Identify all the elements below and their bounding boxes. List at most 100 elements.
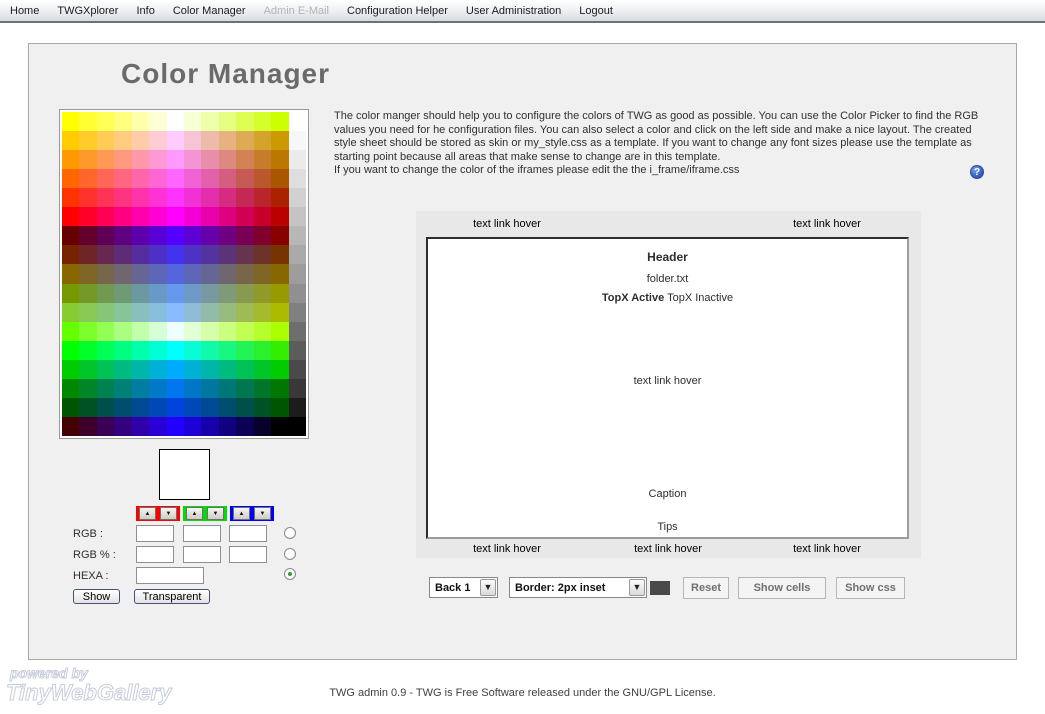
palette-cell[interactable] bbox=[184, 360, 201, 379]
palette-cell[interactable] bbox=[62, 341, 79, 360]
palette-cell[interactable] bbox=[184, 112, 201, 131]
palette-cell[interactable] bbox=[236, 398, 253, 417]
palette-cell[interactable] bbox=[62, 207, 79, 226]
palette-cell[interactable] bbox=[114, 398, 131, 417]
palette-cell[interactable] bbox=[149, 417, 166, 436]
palette-cell[interactable] bbox=[79, 207, 96, 226]
palette-cell[interactable] bbox=[114, 303, 131, 322]
palette-cell[interactable] bbox=[132, 264, 149, 283]
palette-cell[interactable] bbox=[236, 284, 253, 303]
palette-cell[interactable] bbox=[271, 379, 288, 398]
palette-cell[interactable] bbox=[184, 150, 201, 169]
palette-cell[interactable] bbox=[149, 341, 166, 360]
palette-cell[interactable] bbox=[79, 131, 96, 150]
palette-cell[interactable] bbox=[97, 322, 114, 341]
palette-cell[interactable] bbox=[271, 264, 288, 283]
palette-cell[interactable] bbox=[114, 188, 131, 207]
palette-cell[interactable] bbox=[271, 131, 288, 150]
palette-cell[interactable] bbox=[201, 398, 218, 417]
palette-cell[interactable] bbox=[184, 188, 201, 207]
palette-cell[interactable] bbox=[184, 169, 201, 188]
palette-cell[interactable] bbox=[289, 207, 306, 226]
palette-cell[interactable] bbox=[201, 417, 218, 436]
palette-cell[interactable] bbox=[236, 150, 253, 169]
palette-cell[interactable] bbox=[271, 188, 288, 207]
palette-cell[interactable] bbox=[219, 379, 236, 398]
palette-cell[interactable] bbox=[79, 379, 96, 398]
rgb-percent-r-input[interactable] bbox=[136, 546, 174, 563]
palette-cell[interactable] bbox=[62, 417, 79, 436]
nav-logout[interactable]: Logout bbox=[579, 5, 613, 17]
palette-cell[interactable] bbox=[149, 226, 166, 245]
palette-cell[interactable] bbox=[167, 284, 184, 303]
palette-cell[interactable] bbox=[167, 169, 184, 188]
palette-cell[interactable] bbox=[219, 360, 236, 379]
palette-cell[interactable] bbox=[79, 303, 96, 322]
palette-cell[interactable] bbox=[271, 284, 288, 303]
palette-cell[interactable] bbox=[254, 207, 271, 226]
palette-cell[interactable] bbox=[219, 398, 236, 417]
palette-cell[interactable] bbox=[236, 417, 253, 436]
palette-cell[interactable] bbox=[114, 226, 131, 245]
palette-cell[interactable] bbox=[254, 112, 271, 131]
nav-configuration-helper[interactable]: Configuration Helper bbox=[347, 5, 448, 17]
palette-cell[interactable] bbox=[236, 264, 253, 283]
palette-cell[interactable] bbox=[201, 322, 218, 341]
rgb-percent-g-input[interactable] bbox=[183, 546, 221, 563]
palette-cell[interactable] bbox=[201, 207, 218, 226]
palette-cell[interactable] bbox=[201, 245, 218, 264]
palette-cell[interactable] bbox=[236, 303, 253, 322]
show-cells-button[interactable]: Show cells bbox=[738, 577, 826, 599]
palette-cell[interactable] bbox=[271, 226, 288, 245]
palette-cell[interactable] bbox=[289, 341, 306, 360]
green-down-button[interactable]: ▼ bbox=[207, 507, 224, 520]
palette-cell[interactable] bbox=[236, 322, 253, 341]
palette-cell[interactable] bbox=[114, 245, 131, 264]
palette-cell[interactable] bbox=[201, 188, 218, 207]
palette-cell[interactable] bbox=[97, 226, 114, 245]
palette-cell[interactable] bbox=[79, 226, 96, 245]
palette-cell[interactable] bbox=[114, 360, 131, 379]
palette-cell[interactable] bbox=[114, 264, 131, 283]
palette-cell[interactable] bbox=[289, 226, 306, 245]
palette-cell[interactable] bbox=[149, 150, 166, 169]
palette-cell[interactable] bbox=[132, 150, 149, 169]
palette-cell[interactable] bbox=[184, 398, 201, 417]
palette-cell[interactable] bbox=[236, 245, 253, 264]
palette-cell[interactable] bbox=[254, 150, 271, 169]
palette-cell[interactable] bbox=[62, 360, 79, 379]
palette-cell[interactable] bbox=[62, 150, 79, 169]
palette-cell[interactable] bbox=[97, 169, 114, 188]
palette-cell[interactable] bbox=[97, 245, 114, 264]
palette-cell[interactable] bbox=[254, 379, 271, 398]
nav-info[interactable]: Info bbox=[136, 5, 154, 17]
palette-cell[interactable] bbox=[184, 303, 201, 322]
palette-cell[interactable] bbox=[79, 360, 96, 379]
palette-cell[interactable] bbox=[97, 341, 114, 360]
palette-cell[interactable] bbox=[79, 341, 96, 360]
palette-cell[interactable] bbox=[167, 226, 184, 245]
palette-cell[interactable] bbox=[62, 284, 79, 303]
palette-cell[interactable] bbox=[184, 417, 201, 436]
palette-cell[interactable] bbox=[62, 303, 79, 322]
palette-cell[interactable] bbox=[289, 169, 306, 188]
preview-bottom-right-link[interactable]: text link hover bbox=[782, 543, 872, 555]
hexa-radio[interactable] bbox=[284, 568, 296, 580]
palette-cell[interactable] bbox=[114, 131, 131, 150]
palette-cell[interactable] bbox=[184, 226, 201, 245]
palette-cell[interactable] bbox=[79, 417, 96, 436]
palette-cell[interactable] bbox=[114, 379, 131, 398]
palette-cell[interactable] bbox=[254, 226, 271, 245]
palette-cell[interactable] bbox=[254, 360, 271, 379]
palette-cell[interactable] bbox=[132, 322, 149, 341]
help-icon[interactable]: ? bbox=[970, 165, 984, 179]
palette-cell[interactable] bbox=[114, 150, 131, 169]
palette-cell[interactable] bbox=[219, 188, 236, 207]
palette-cell[interactable] bbox=[184, 379, 201, 398]
palette-cell[interactable] bbox=[271, 398, 288, 417]
palette-cell[interactable] bbox=[236, 188, 253, 207]
palette-cell[interactable] bbox=[62, 245, 79, 264]
palette-cell[interactable] bbox=[236, 169, 253, 188]
palette-cell[interactable] bbox=[219, 341, 236, 360]
rgb-percent-b-input[interactable] bbox=[229, 546, 267, 563]
